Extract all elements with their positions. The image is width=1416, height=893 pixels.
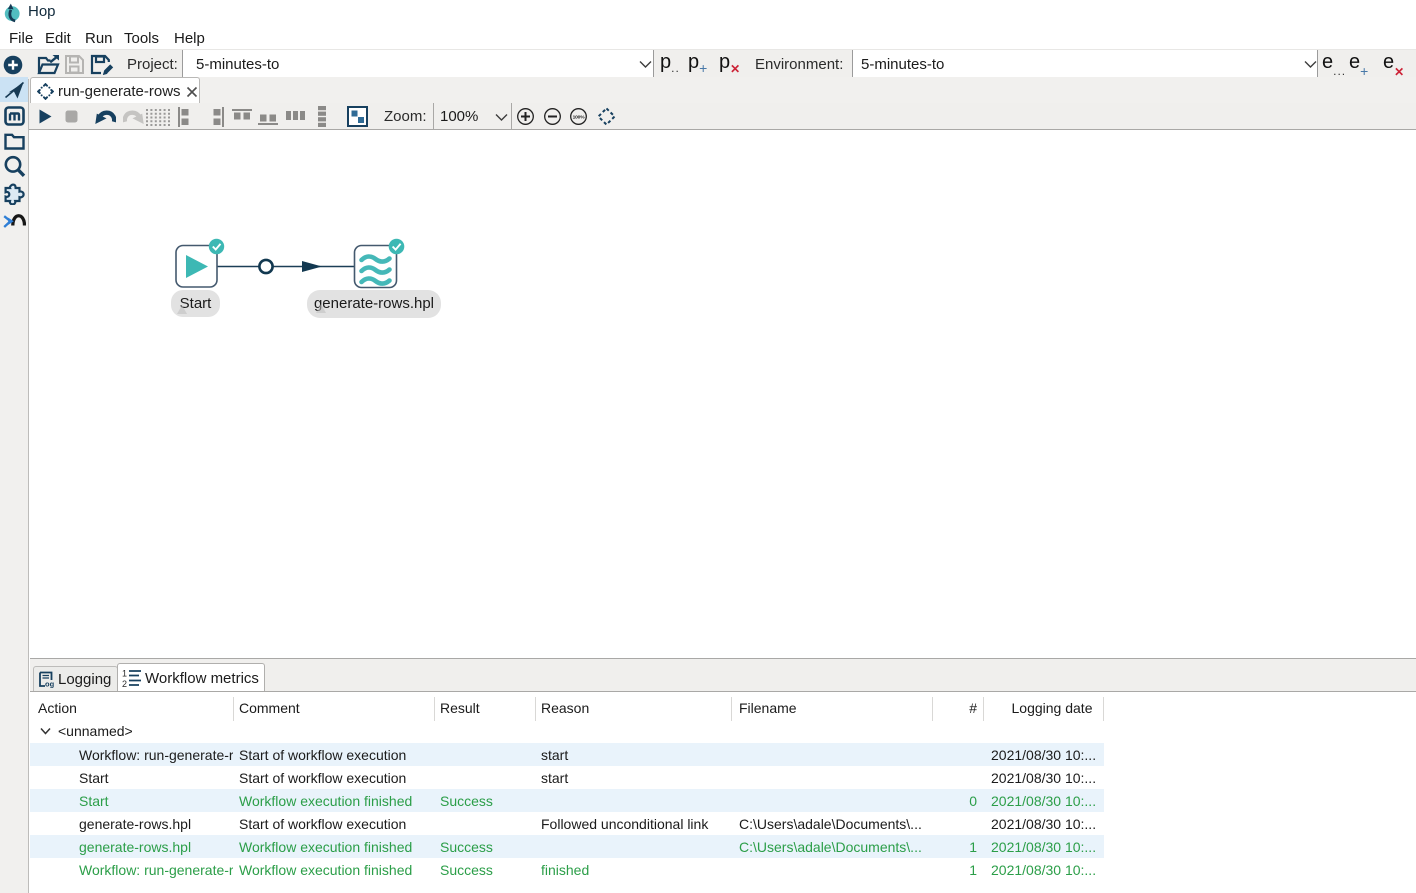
svg-text:1: 1	[122, 669, 127, 679]
svg-text:og: og	[45, 680, 55, 689]
svg-text:2: 2	[122, 679, 127, 688]
svg-text:100%: 100%	[573, 114, 586, 120]
